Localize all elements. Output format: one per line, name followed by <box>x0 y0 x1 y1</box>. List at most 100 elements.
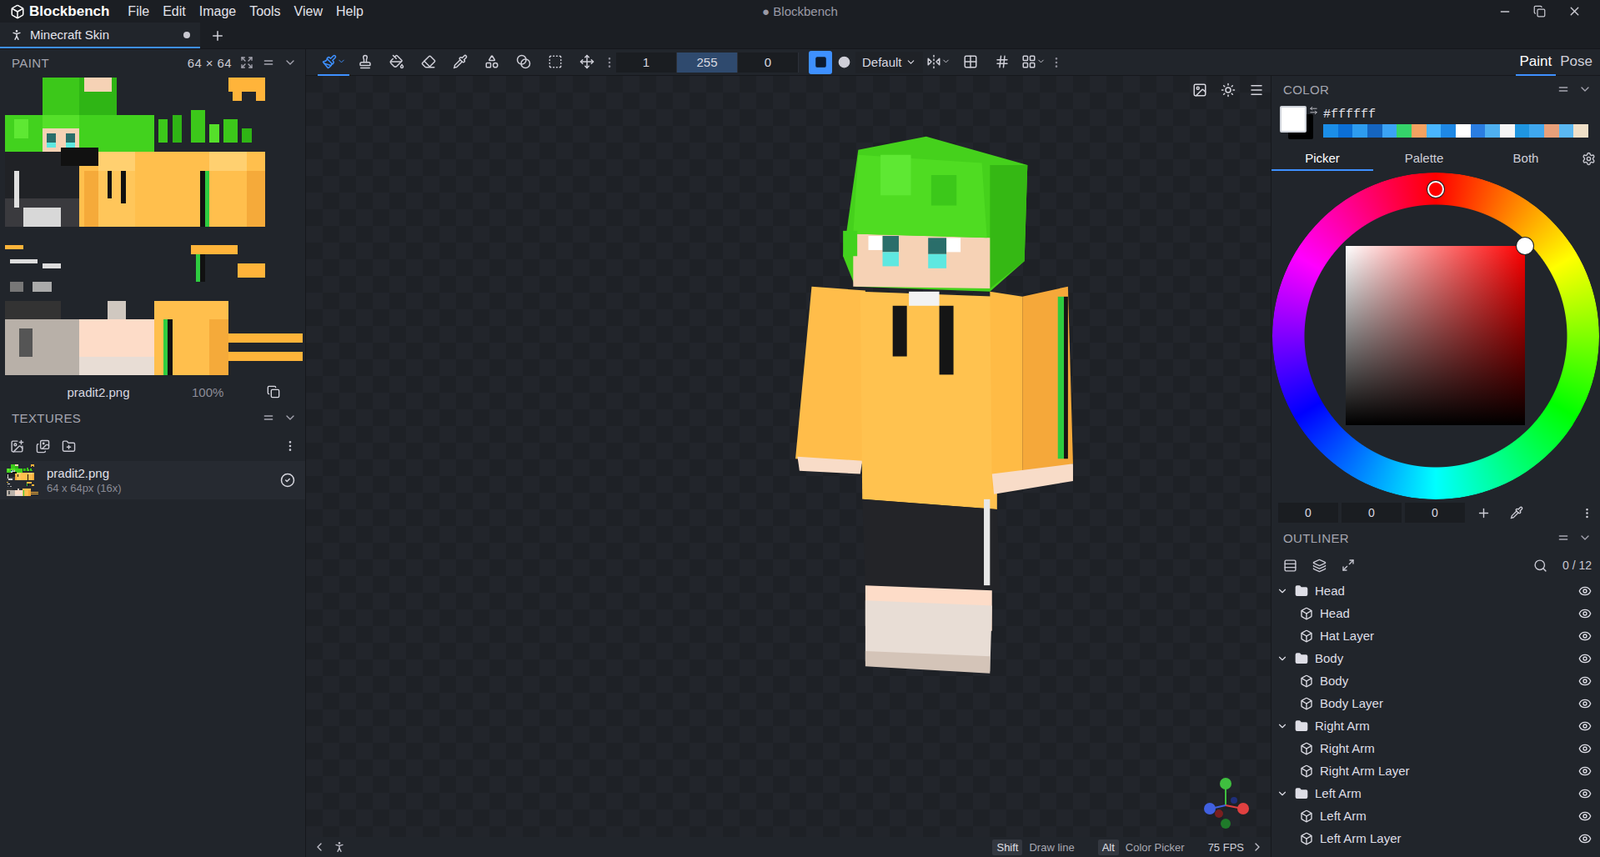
color-swatch[interactable] <box>1440 124 1456 138</box>
visibility-icon[interactable] <box>1578 652 1592 666</box>
grid-button[interactable] <box>986 49 1019 76</box>
menu-item[interactable]: Tools <box>242 4 287 20</box>
hue-marker[interactable] <box>1427 180 1445 198</box>
drag-handle-icon[interactable] <box>261 55 276 70</box>
texture-thumbnail[interactable] <box>6 464 39 497</box>
outliner-row[interactable]: Hat Layer <box>1271 624 1600 648</box>
drag-handle-icon[interactable] <box>1556 531 1570 545</box>
search-icon[interactable] <box>1533 558 1548 573</box>
brush-slider[interactable]: 1 <box>616 52 678 73</box>
visibility-icon[interactable] <box>1578 787 1592 801</box>
texture-canvas[interactable] <box>5 77 303 376</box>
close-icon[interactable] <box>1567 4 1582 19</box>
color-swatch[interactable] <box>1529 124 1545 138</box>
color-tab[interactable]: Both <box>1474 145 1577 171</box>
skin-model[interactable] <box>791 132 1078 684</box>
color-swatch[interactable] <box>1544 124 1560 138</box>
mirror-button[interactable] <box>922 49 955 76</box>
texture-item[interactable]: pradit2.png64 x 64px (16x) <box>0 461 306 500</box>
color-swatch[interactable] <box>1573 124 1589 138</box>
color-swatch[interactable] <box>1382 124 1398 138</box>
more-icon[interactable] <box>283 439 297 453</box>
settings-icon[interactable] <box>1581 151 1596 166</box>
color-swatch[interactable] <box>1514 124 1530 138</box>
tool-button[interactable] <box>507 49 540 76</box>
tool-button[interactable] <box>571 49 603 76</box>
menu-item[interactable]: Edit <box>155 4 193 20</box>
mode-tab[interactable]: Paint <box>1515 49 1557 76</box>
visibility-icon[interactable] <box>1578 764 1592 778</box>
menu-item[interactable]: File <box>120 4 156 20</box>
add-group-icon[interactable] <box>1283 558 1298 573</box>
drag-handle-icon[interactable] <box>261 411 276 425</box>
expand-icon[interactable] <box>1276 720 1289 733</box>
texture-folder-icon[interactable] <box>61 439 76 454</box>
rgb-input[interactable]: 0 <box>1278 502 1339 523</box>
previous-icon[interactable] <box>312 840 327 854</box>
color-swatch[interactable] <box>1470 124 1486 138</box>
color-swatch[interactable] <box>1484 124 1500 138</box>
tool-button[interactable] <box>349 49 382 76</box>
color-swatch[interactable] <box>1559 124 1575 138</box>
menu-item[interactable]: Help <box>329 4 371 20</box>
brush-shape-button[interactable] <box>832 50 856 75</box>
color-swatch[interactable] <box>1411 124 1427 138</box>
visibility-icon[interactable] <box>1578 674 1592 688</box>
more-icon[interactable] <box>1049 55 1064 70</box>
color-swatch[interactable] <box>1352 124 1368 138</box>
add-texture-icon[interactable] <box>10 439 25 454</box>
transparency-button[interactable] <box>954 49 987 76</box>
tool-button[interactable] <box>317 49 350 76</box>
tool-button[interactable] <box>412 49 445 76</box>
copy-icon[interactable] <box>266 385 281 399</box>
color-marker[interactable] <box>1516 237 1534 255</box>
hex-input[interactable]: #ffffff <box>1323 107 1592 122</box>
outliner-row[interactable]: Right Arm <box>1271 714 1600 738</box>
menu-item[interactable]: Image <box>192 4 243 20</box>
collapse-icon[interactable] <box>1578 531 1592 545</box>
visibility-icon[interactable] <box>1578 606 1592 621</box>
visibility-icon[interactable] <box>1578 697 1592 711</box>
swap-colors-icon[interactable] <box>1309 105 1319 116</box>
fullscreen-icon[interactable] <box>240 55 254 70</box>
eyedropper-icon[interactable] <box>1509 506 1524 520</box>
app-logo[interactable]: Blockbench <box>0 3 121 21</box>
outliner-row[interactable]: Right Arm <box>1271 737 1600 760</box>
color-swatch[interactable] <box>1338 124 1354 138</box>
saturation-value-square[interactable] <box>1345 245 1525 426</box>
outliner-row[interactable]: Left Arm <box>1271 804 1600 828</box>
expand-icon[interactable] <box>1276 787 1289 800</box>
preview-canvas[interactable] <box>305 75 1271 838</box>
color-swatches[interactable] <box>1279 105 1315 140</box>
collapse-icon[interactable] <box>283 55 297 70</box>
import-texture-icon[interactable] <box>35 439 51 454</box>
color-tab[interactable]: Picker <box>1271 145 1374 171</box>
drag-handle-icon[interactable] <box>1556 82 1570 96</box>
color-swatch[interactable] <box>1367 124 1383 138</box>
color-swatch[interactable] <box>1426 124 1442 138</box>
mode-tab[interactable]: Pose <box>1555 49 1597 76</box>
tool-button[interactable] <box>476 49 508 76</box>
visibility-icon[interactable] <box>1578 742 1592 756</box>
visibility-icon[interactable] <box>1578 629 1592 643</box>
brush-shape-button[interactable] <box>808 50 833 75</box>
outliner-row[interactable]: Body <box>1271 669 1600 693</box>
restore-icon[interactable] <box>1533 5 1546 18</box>
tool-button[interactable] <box>381 49 413 76</box>
outliner-row[interactable]: Left Arm Layer <box>1271 827 1600 850</box>
expand-icon[interactable] <box>1276 585 1289 597</box>
outliner-row[interactable]: Left Arm <box>1271 782 1600 805</box>
add-color-icon[interactable] <box>1476 506 1491 521</box>
color-swatch[interactable] <box>1396 124 1412 138</box>
outliner-row[interactable]: Body <box>1271 647 1600 670</box>
rgb-input[interactable]: 0 <box>1404 502 1465 523</box>
expand-all-icon[interactable] <box>1341 558 1355 572</box>
collapse-icon[interactable] <box>283 411 297 425</box>
project-tab[interactable]: Minecraft Skin <box>0 22 201 49</box>
collapse-icon[interactable] <box>1578 82 1592 96</box>
color-swatch[interactable] <box>1499 124 1515 138</box>
color-swatch[interactable] <box>1455 124 1471 138</box>
new-tab-button[interactable] <box>200 22 236 49</box>
outliner-row[interactable]: Head <box>1271 601 1600 625</box>
visibility-icon[interactable] <box>1578 832 1592 846</box>
